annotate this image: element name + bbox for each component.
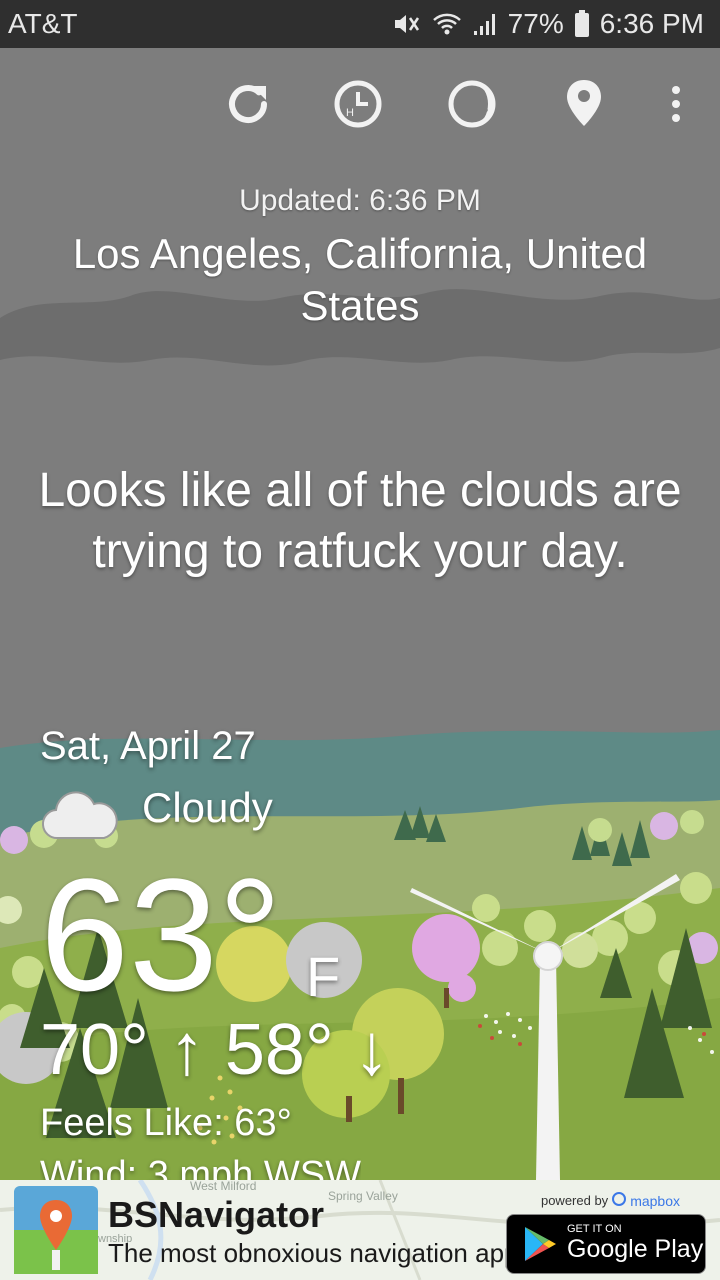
app-logo	[14, 1186, 98, 1274]
store-small-label: GET IT ON	[567, 1223, 622, 1235]
mapbox-label: mapbox	[630, 1192, 680, 1209]
wifi-icon	[432, 11, 462, 37]
location-pin-icon[interactable]	[554, 72, 614, 136]
powered-by-label: powered by	[540, 1193, 609, 1208]
location-name: Los Angeles, California, United States	[72, 230, 648, 329]
map-label: West Milford	[190, 1180, 256, 1193]
feels-like: Feels Like: 63°	[40, 1102, 292, 1144]
cloud-icon	[40, 790, 120, 847]
signal-icon	[472, 11, 498, 37]
clock: 6:36 PM	[599, 8, 704, 39]
last-updated: Updated: 6:36 PM	[239, 184, 481, 217]
ad-banner[interactable]: West Milford Spring Valley wnship BSNavi…	[0, 1180, 720, 1280]
svg-text:H: H	[346, 107, 354, 119]
wind-info: Wind: 3 mph WSW	[40, 1154, 361, 1180]
refresh-icon[interactable]	[218, 72, 278, 136]
ad-title: BSNavigator	[108, 1194, 325, 1235]
mute-icon	[392, 11, 422, 37]
powered-by-mapbox: powered by mapbox	[541, 1192, 680, 1209]
forecast-date: Sat, April 27	[40, 724, 256, 768]
status-bar: AT&T 77% 6:36 PM	[0, 0, 720, 48]
google-play-icon	[525, 1227, 556, 1261]
temperature-unit: F	[306, 945, 341, 1008]
store-big-label: Google Play	[567, 1235, 704, 1263]
toolbar: H	[0, 72, 720, 142]
google-play-button[interactable]: GET IT ON Google Play	[506, 1214, 706, 1274]
hi-lo-temperature: 70° ↑ 58° ↓	[40, 1010, 390, 1090]
more-vert-icon[interactable]	[646, 72, 706, 136]
hourly-history-icon[interactable]: H	[328, 72, 388, 136]
map-label: Spring Valley	[328, 1189, 398, 1203]
battery-icon	[574, 10, 590, 38]
moon-phase-icon[interactable]	[442, 72, 502, 136]
battery-percent: 77%	[507, 8, 564, 39]
mapbox-logo-icon	[612, 1192, 627, 1209]
weather-message: Looks like all of the clouds are trying …	[38, 464, 682, 578]
condition-label: Cloudy	[142, 784, 273, 831]
carrier-label: AT&T	[8, 8, 78, 39]
ad-subtitle: The most obnoxious navigation app.	[108, 1238, 526, 1268]
weather-scene: H Updated: 6:36 PM Los Angeles, Californ…	[0, 48, 720, 1180]
current-temperature: 63°	[40, 845, 282, 1024]
